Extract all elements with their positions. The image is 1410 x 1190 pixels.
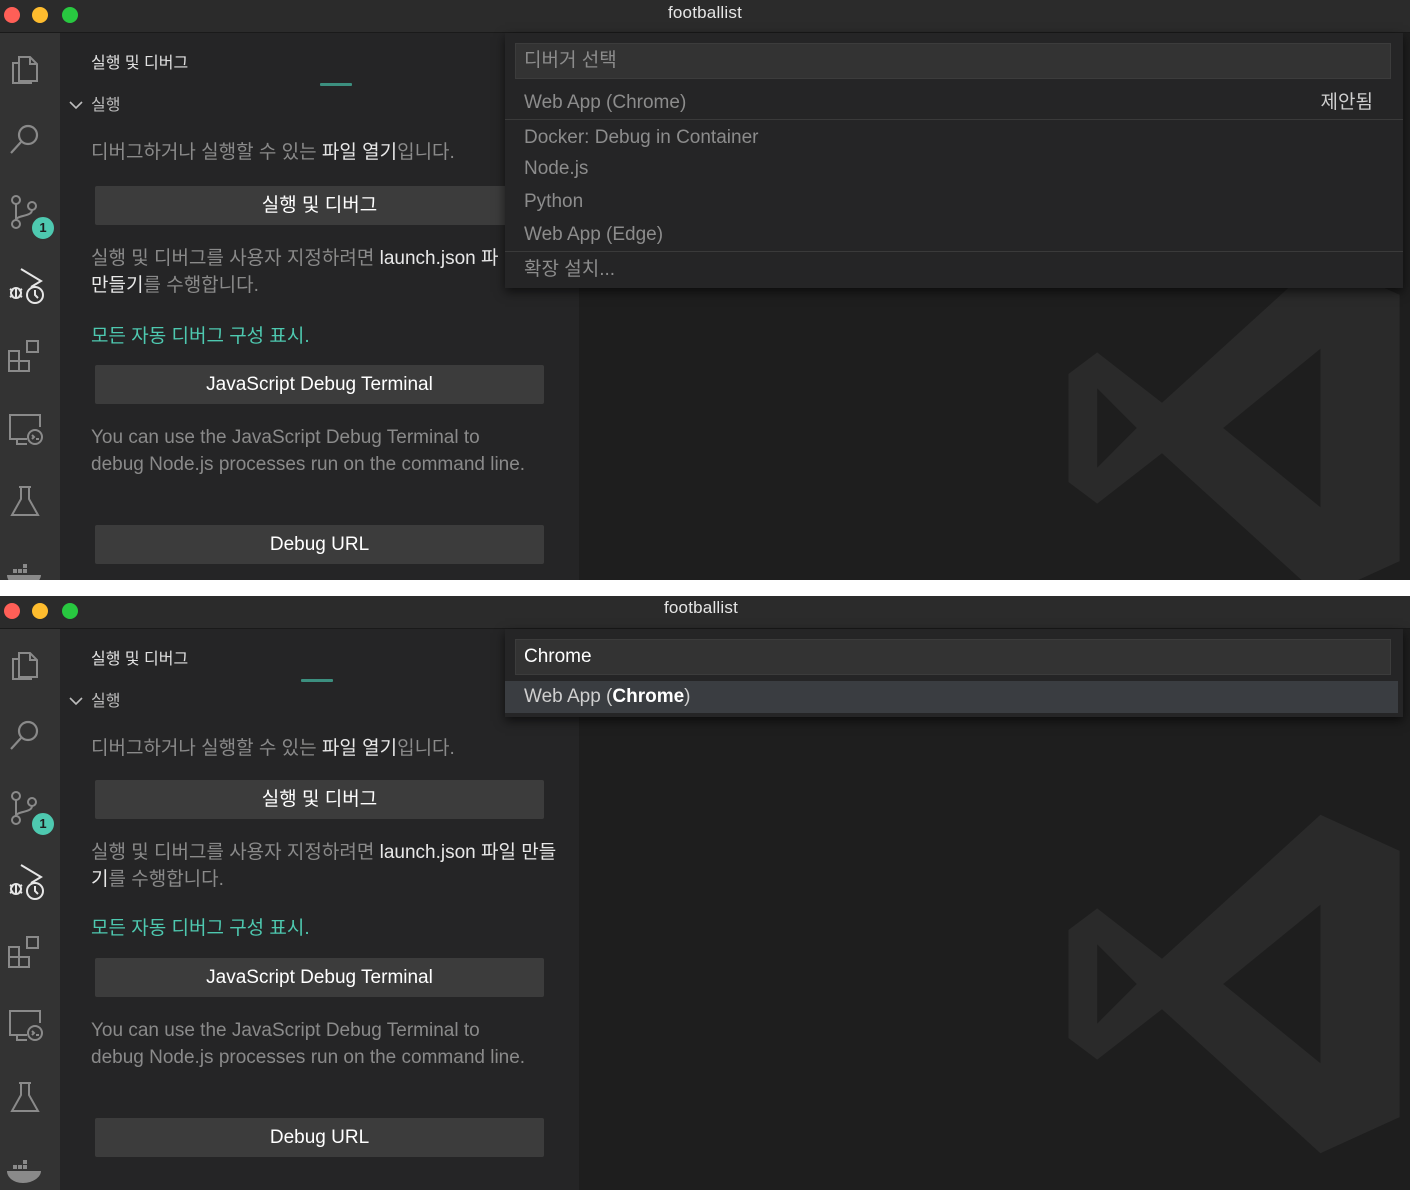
- window-title: footballist: [663, 598, 739, 617]
- run-debug-icon[interactable]: [5, 265, 45, 305]
- run-debug-icon[interactable]: [5, 861, 45, 901]
- quick-pick-item[interactable]: Node.js: [505, 153, 1403, 185]
- show-all-configs-link[interactable]: 모든 자동 디버그 구성 표시.: [91, 321, 310, 348]
- window-title: footballist: [667, 3, 743, 22]
- debug-url-button[interactable]: Debug URL: [95, 1118, 544, 1157]
- title-bar: footballist: [0, 0, 1410, 33]
- search-icon[interactable]: [5, 715, 45, 755]
- run-debug-sidebar: 실행 및 디버그 실행 디버그하거나 실행할 수 있는 파일 열기입니다. 실행…: [61, 629, 579, 1190]
- match-highlight: Chrome: [612, 686, 685, 707]
- debugger-select-input[interactable]: 디버거 선택: [515, 43, 1391, 79]
- js-debug-terminal-button[interactable]: JavaScript Debug Terminal: [95, 958, 544, 997]
- create-launch-json-link-cont[interactable]: 만들기: [91, 275, 143, 296]
- run-section-label: 실행: [91, 97, 121, 114]
- testing-icon[interactable]: [5, 1077, 45, 1117]
- run-debug-sidebar: 실행 및 디버그 실행 디버그하거나 실행할 수 있는 파일 열기입니다. 실행…: [61, 33, 579, 580]
- open-file-text: 디버그하거나 실행할 수 있는 파일 열기입니다.: [91, 142, 455, 163]
- run-section-header[interactable]: 실행: [69, 91, 120, 115]
- remote-explorer-icon[interactable]: [5, 409, 45, 449]
- extensions-icon[interactable]: [5, 337, 45, 377]
- testing-icon[interactable]: [5, 481, 45, 521]
- sidebar-title: 실행 및 디버그: [91, 55, 189, 72]
- remote-explorer-icon[interactable]: [5, 1005, 45, 1045]
- quick-pick-item-selected[interactable]: Web App (Chrome): [505, 681, 1398, 713]
- open-file-link[interactable]: 파일 열기: [322, 142, 397, 163]
- vscode-watermark-icon: [1068, 258, 1400, 580]
- vscode-window-1: footballist 1 실행 및 디버그 실행 디버그하거나 실행할 수 있…: [0, 0, 1410, 580]
- chevron-down-icon: [69, 97, 83, 115]
- quick-pick-item[interactable]: Docker: Debug in Container: [505, 122, 1403, 154]
- separator: [505, 119, 1403, 120]
- chevron-down-icon: [69, 693, 83, 711]
- explorer-icon[interactable]: [5, 643, 45, 683]
- js-debug-terminal-description: You can use the JavaScript Debug Termina…: [91, 427, 526, 475]
- progress-indicator: [320, 83, 352, 86]
- quick-pick-item[interactable]: Python: [505, 186, 1403, 218]
- install-extension-item[interactable]: 확장 설치...: [505, 254, 1403, 286]
- quick-pick-item[interactable]: Web App (Edge): [505, 219, 1403, 251]
- create-launch-json-link[interactable]: launch.json 파: [380, 248, 499, 269]
- run-section-header[interactable]: 실행: [69, 687, 120, 711]
- docker-icon[interactable]: [5, 1149, 45, 1189]
- sidebar-title: 실행 및 디버그: [91, 651, 189, 668]
- progress-indicator: [301, 679, 333, 682]
- js-debug-terminal-description: You can use the JavaScript Debug Termina…: [91, 1020, 526, 1068]
- vscode-watermark-icon: [1068, 814, 1400, 1154]
- open-file-text: 디버그하거나 실행할 수 있는 파일 열기입니다.: [91, 738, 455, 759]
- suggested-tag: 제안됨: [1320, 92, 1373, 113]
- explorer-icon[interactable]: [5, 47, 45, 87]
- js-debug-terminal-button[interactable]: JavaScript Debug Terminal: [95, 365, 544, 404]
- activity-bar: 1: [0, 629, 61, 1190]
- title-bar: footballist: [0, 596, 1410, 629]
- separator: [505, 251, 1403, 252]
- quick-pick-item[interactable]: Web App (Chrome) 제안됨: [505, 87, 1403, 119]
- search-icon[interactable]: [5, 119, 45, 159]
- vscode-window-2: footballist 1 실행 및 디버그 실행 디버그하거나 실행할 수 있…: [0, 596, 1410, 1190]
- debugger-quick-pick: Chrome Web App (Chrome): [505, 629, 1403, 717]
- debugger-quick-pick: 디버거 선택 Web App (Chrome) 제안됨 Docker: Debu…: [505, 33, 1403, 288]
- source-control-badge: 1: [30, 215, 56, 241]
- debug-url-button[interactable]: Debug URL: [95, 525, 544, 564]
- show-all-configs-link[interactable]: 모든 자동 디버그 구성 표시.: [91, 913, 310, 940]
- extensions-icon[interactable]: [5, 933, 45, 973]
- run-and-debug-button[interactable]: 실행 및 디버그: [95, 186, 544, 225]
- source-control-badge: 1: [30, 811, 56, 837]
- docker-icon[interactable]: [5, 553, 45, 580]
- run-and-debug-button[interactable]: 실행 및 디버그: [95, 780, 544, 819]
- run-section-label: 실행: [91, 693, 121, 710]
- debugger-select-input[interactable]: Chrome: [515, 639, 1391, 675]
- customize-text: 실행 및 디버그를 사용자 지정하려면 launch.json 파일 만들기를 …: [91, 842, 557, 890]
- activity-bar: 1: [0, 33, 61, 580]
- open-file-link[interactable]: 파일 열기: [322, 738, 397, 759]
